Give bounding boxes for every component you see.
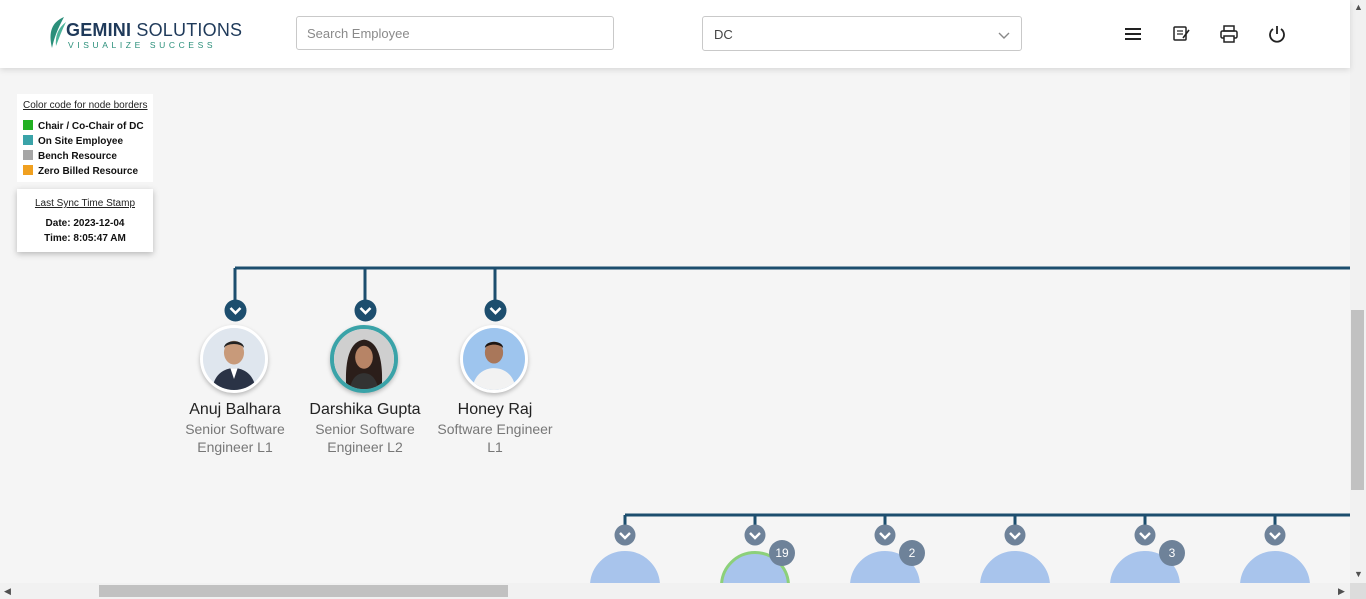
power-icon[interactable] [1267,24,1287,44]
logo-brand-rest: SOLUTIONS [131,20,243,40]
horizontal-scrollbar-thumb[interactable] [99,585,508,597]
scrollbar-corner [1350,583,1366,599]
scroll-left-arrow-icon[interactable]: ◀ [4,586,11,597]
logo-tagline: VISUALIZE SUCCESS [68,40,217,50]
sub-node-avatar[interactable] [590,551,660,583]
logo-brand: GEMINI SOLUTIONS [66,20,242,41]
department-select[interactable]: DC [702,16,1022,51]
scroll-right-arrow-icon[interactable]: ▶ [1338,586,1345,597]
report-count-badge: 2 [899,540,925,566]
sub-node-area [0,0,1350,583]
logo-brand-bold: GEMINI [66,20,132,40]
leaf-logo-icon [50,17,66,48]
menu-icon[interactable] [1123,24,1143,44]
scroll-up-arrow-icon[interactable]: ▲ [1354,2,1363,12]
report-count-badge: 3 [1159,540,1185,566]
print-icon[interactable] [1219,24,1239,44]
gemini-logo[interactable]: GEMINI SOLUTIONS VISUALIZE SUCCESS [46,16,242,52]
report-count-badge: 19 [769,540,795,566]
notes-icon[interactable] [1171,24,1191,44]
top-header: GEMINI SOLUTIONS VISUALIZE SUCCESS DC [0,0,1350,68]
search-employee-input[interactable] [296,16,614,50]
vertical-scrollbar-thumb[interactable] [1351,310,1364,490]
department-select-value: DC [714,27,733,42]
chevron-down-icon [998,32,1010,39]
vertical-scrollbar[interactable] [1350,0,1366,583]
scroll-down-arrow-icon[interactable]: ▼ [1354,569,1363,579]
sub-node-avatar[interactable] [1240,551,1310,583]
sub-node-avatar[interactable] [980,551,1050,583]
